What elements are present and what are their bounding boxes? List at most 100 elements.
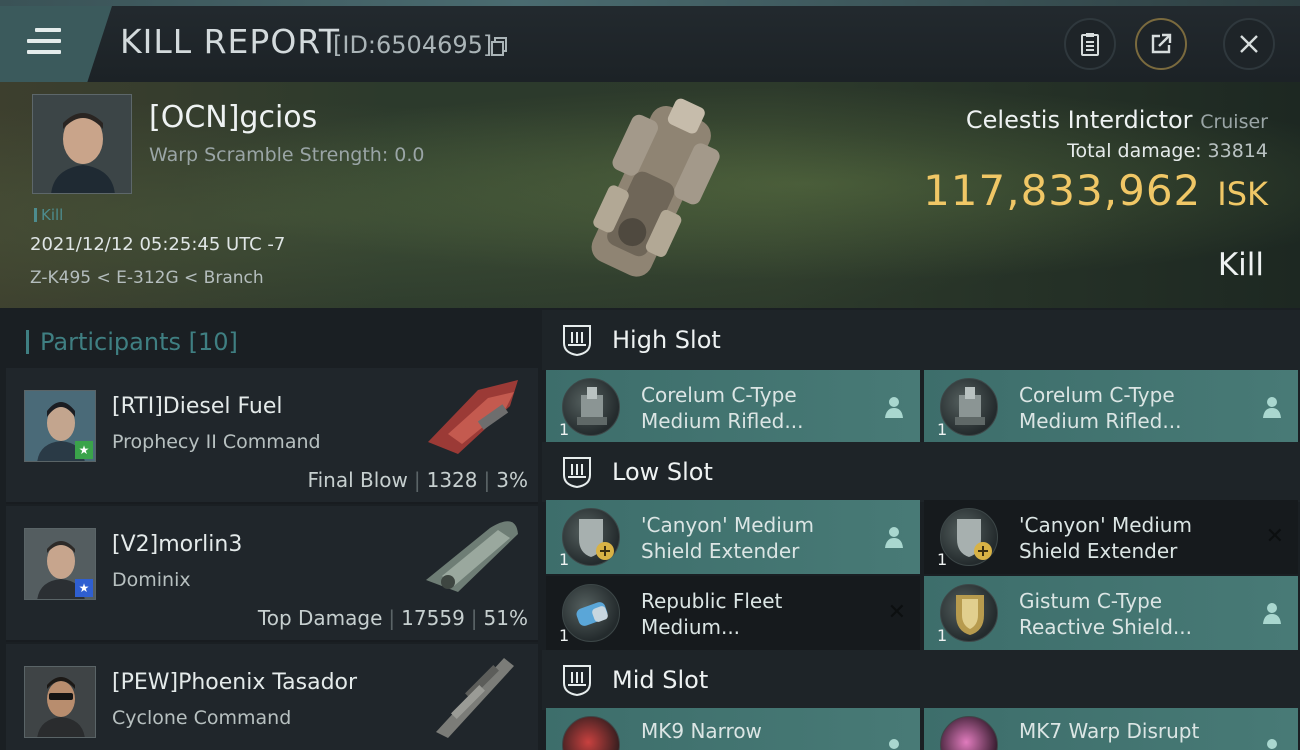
participant-ship-image[interactable] xyxy=(418,510,528,600)
participants-panel: Participants [10] ★ [RTI]Diesel Fuel Pro… xyxy=(0,308,542,750)
portrait-image xyxy=(33,95,131,193)
high-slot-label: High Slot xyxy=(612,326,721,354)
low-slot-icon xyxy=(563,457,591,489)
module-item[interactable]: 1 Republic Fleet Medium... ✕ xyxy=(546,576,920,650)
participant-damage: 1328 xyxy=(426,468,478,492)
module-name: MK9 Narrow xyxy=(641,719,762,743)
participant-name[interactable]: [RTI]Diesel Fuel xyxy=(112,394,283,419)
warp-scramble-strength: Warp Scramble Strength: 0.0 xyxy=(149,144,425,166)
module-quantity: 1 xyxy=(559,550,570,569)
module-name: Gistum C-Type Reactive Shield... xyxy=(1019,589,1193,639)
participant-percent: 3% xyxy=(496,468,528,492)
module-name: Corelum C-Type Medium Rifled... xyxy=(1019,383,1182,433)
module-item[interactable]: MK7 Warp Disrupt xyxy=(924,708,1298,750)
share-icon xyxy=(1151,33,1172,54)
participant-role: Top Damage xyxy=(257,606,383,630)
participant-avatar[interactable]: ★ xyxy=(24,390,96,462)
participant-avatar[interactable] xyxy=(24,666,96,738)
kill-location[interactable]: Z-K495 < E-312G < Branch xyxy=(30,268,264,288)
module-item[interactable]: 1 Gistum C-Type Reactive Shield... xyxy=(924,576,1298,650)
warp-disrupt-icon xyxy=(940,716,998,750)
victim-banner: [OCN]gcios Warp Scramble Strength: 0.0 K… xyxy=(0,82,1300,308)
module-name: Republic Fleet Medium... xyxy=(641,589,783,639)
participant-stats: Top Damage | 17559 | 51% xyxy=(257,606,528,630)
shield-extender-icon xyxy=(562,508,620,566)
participant-damage: 17559 xyxy=(401,606,465,630)
isk-unit: ISK xyxy=(1217,175,1268,213)
destroyed-x-icon: ✕ xyxy=(887,600,906,625)
participant-ship: Cyclone Command xyxy=(112,707,292,729)
victim-ship-image[interactable] xyxy=(540,86,760,301)
narrow-icon xyxy=(562,716,620,750)
total-damage-label: Total damage: xyxy=(1067,140,1202,162)
hamburger-icon xyxy=(27,28,61,58)
module-quantity: 1 xyxy=(937,550,948,569)
module-item[interactable]: 1 Corelum C-Type Medium Rifled... xyxy=(546,370,920,444)
module-quantity: 1 xyxy=(937,626,948,645)
person-icon xyxy=(1263,603,1281,624)
close-button[interactable] xyxy=(1223,18,1275,70)
star-icon: ★ xyxy=(75,579,93,597)
participant-row[interactable]: ★ [RTI]Diesel Fuel Prophecy II Command F… xyxy=(6,368,538,504)
page-title: KILL REPORT xyxy=(120,22,340,61)
low-slot-header: Low Slot xyxy=(542,442,1300,502)
share-button[interactable] xyxy=(1135,18,1187,70)
module-name: 'Canyon' Medium Shield Extender xyxy=(641,513,814,563)
ship-name[interactable]: Celestis Interdictor xyxy=(966,106,1193,134)
participants-header: Participants [10] xyxy=(26,328,238,356)
clipboard-button[interactable] xyxy=(1064,18,1116,70)
participant-row[interactable]: [PEW]Phoenix Tasador Cyclone Command xyxy=(6,644,538,750)
mid-slot-label: Mid Slot xyxy=(612,666,709,694)
kill-tag: Kill xyxy=(34,206,63,224)
module-quantity: 1 xyxy=(937,420,948,439)
menu-button[interactable] xyxy=(0,6,112,82)
reactive-shield-icon xyxy=(940,584,998,642)
destroyed-x-icon: ✕ xyxy=(1265,524,1284,549)
module-item[interactable]: 1 'Canyon' Medium Shield Extender xyxy=(546,500,920,574)
turret-icon xyxy=(562,378,620,436)
report-id: [ID:6504695] xyxy=(333,31,493,59)
booster-icon xyxy=(562,584,620,642)
person-icon xyxy=(1267,739,1277,749)
participants-count: [10] xyxy=(188,328,238,356)
ship-class: Cruiser xyxy=(1200,111,1268,133)
participant-ship: Dominix xyxy=(112,569,191,591)
module-name: MK7 Warp Disrupt xyxy=(1019,719,1200,743)
portrait-image xyxy=(25,667,95,737)
participant-avatar[interactable]: ★ xyxy=(24,528,96,600)
module-quantity: 1 xyxy=(559,626,570,645)
participant-ship: Prophecy II Command xyxy=(112,431,321,453)
victim-avatar[interactable] xyxy=(32,94,132,194)
participant-name[interactable]: [PEW]Phoenix Tasador xyxy=(112,670,357,695)
fitting-panel: High Slot 1 Corelum C-Type Medium Rifled… xyxy=(542,308,1300,750)
clipboard-icon xyxy=(1081,33,1099,56)
copy-icon[interactable] xyxy=(491,37,508,56)
kill-result: Kill xyxy=(1217,247,1264,283)
kill-datetime: 2021/12/12 05:25:45 UTC -7 xyxy=(30,234,286,255)
person-icon xyxy=(885,397,903,418)
ship-info: Celestis Interdictor Cruiser Total damag… xyxy=(923,106,1268,215)
participants-label: Participants xyxy=(40,328,181,356)
participant-role: Final Blow xyxy=(307,468,408,492)
module-quantity: 1 xyxy=(559,420,570,439)
mid-slot-header: Mid Slot xyxy=(542,650,1300,710)
high-slot-header: High Slot xyxy=(542,310,1300,370)
person-icon xyxy=(885,527,903,548)
module-item[interactable]: 1 Corelum C-Type Medium Rifled... xyxy=(924,370,1298,444)
module-name: 'Canyon' Medium Shield Extender xyxy=(1019,513,1192,563)
module-item[interactable]: MK9 Narrow xyxy=(546,708,920,750)
participant-row[interactable]: ★ [V2]morlin3 Dominix Top Damage | 17559 | 5… xyxy=(6,506,538,642)
mid-slot-icon xyxy=(563,665,591,697)
module-name: Corelum C-Type Medium Rifled... xyxy=(641,383,804,433)
turret-icon xyxy=(940,378,998,436)
high-slot-icon xyxy=(563,325,591,357)
participant-ship-image[interactable] xyxy=(418,372,528,462)
person-icon xyxy=(1263,397,1281,418)
participant-ship-image[interactable] xyxy=(418,648,528,738)
participant-name[interactable]: [V2]morlin3 xyxy=(112,532,242,557)
top-bar: KILL REPORT [ID:6504695] xyxy=(0,0,1300,82)
victim-name[interactable]: [OCN]gcios xyxy=(149,100,317,135)
participant-percent: 51% xyxy=(483,606,528,630)
low-slot-label: Low Slot xyxy=(612,458,713,486)
module-item[interactable]: 1 'Canyon' Medium Shield Extender ✕ xyxy=(924,500,1298,574)
